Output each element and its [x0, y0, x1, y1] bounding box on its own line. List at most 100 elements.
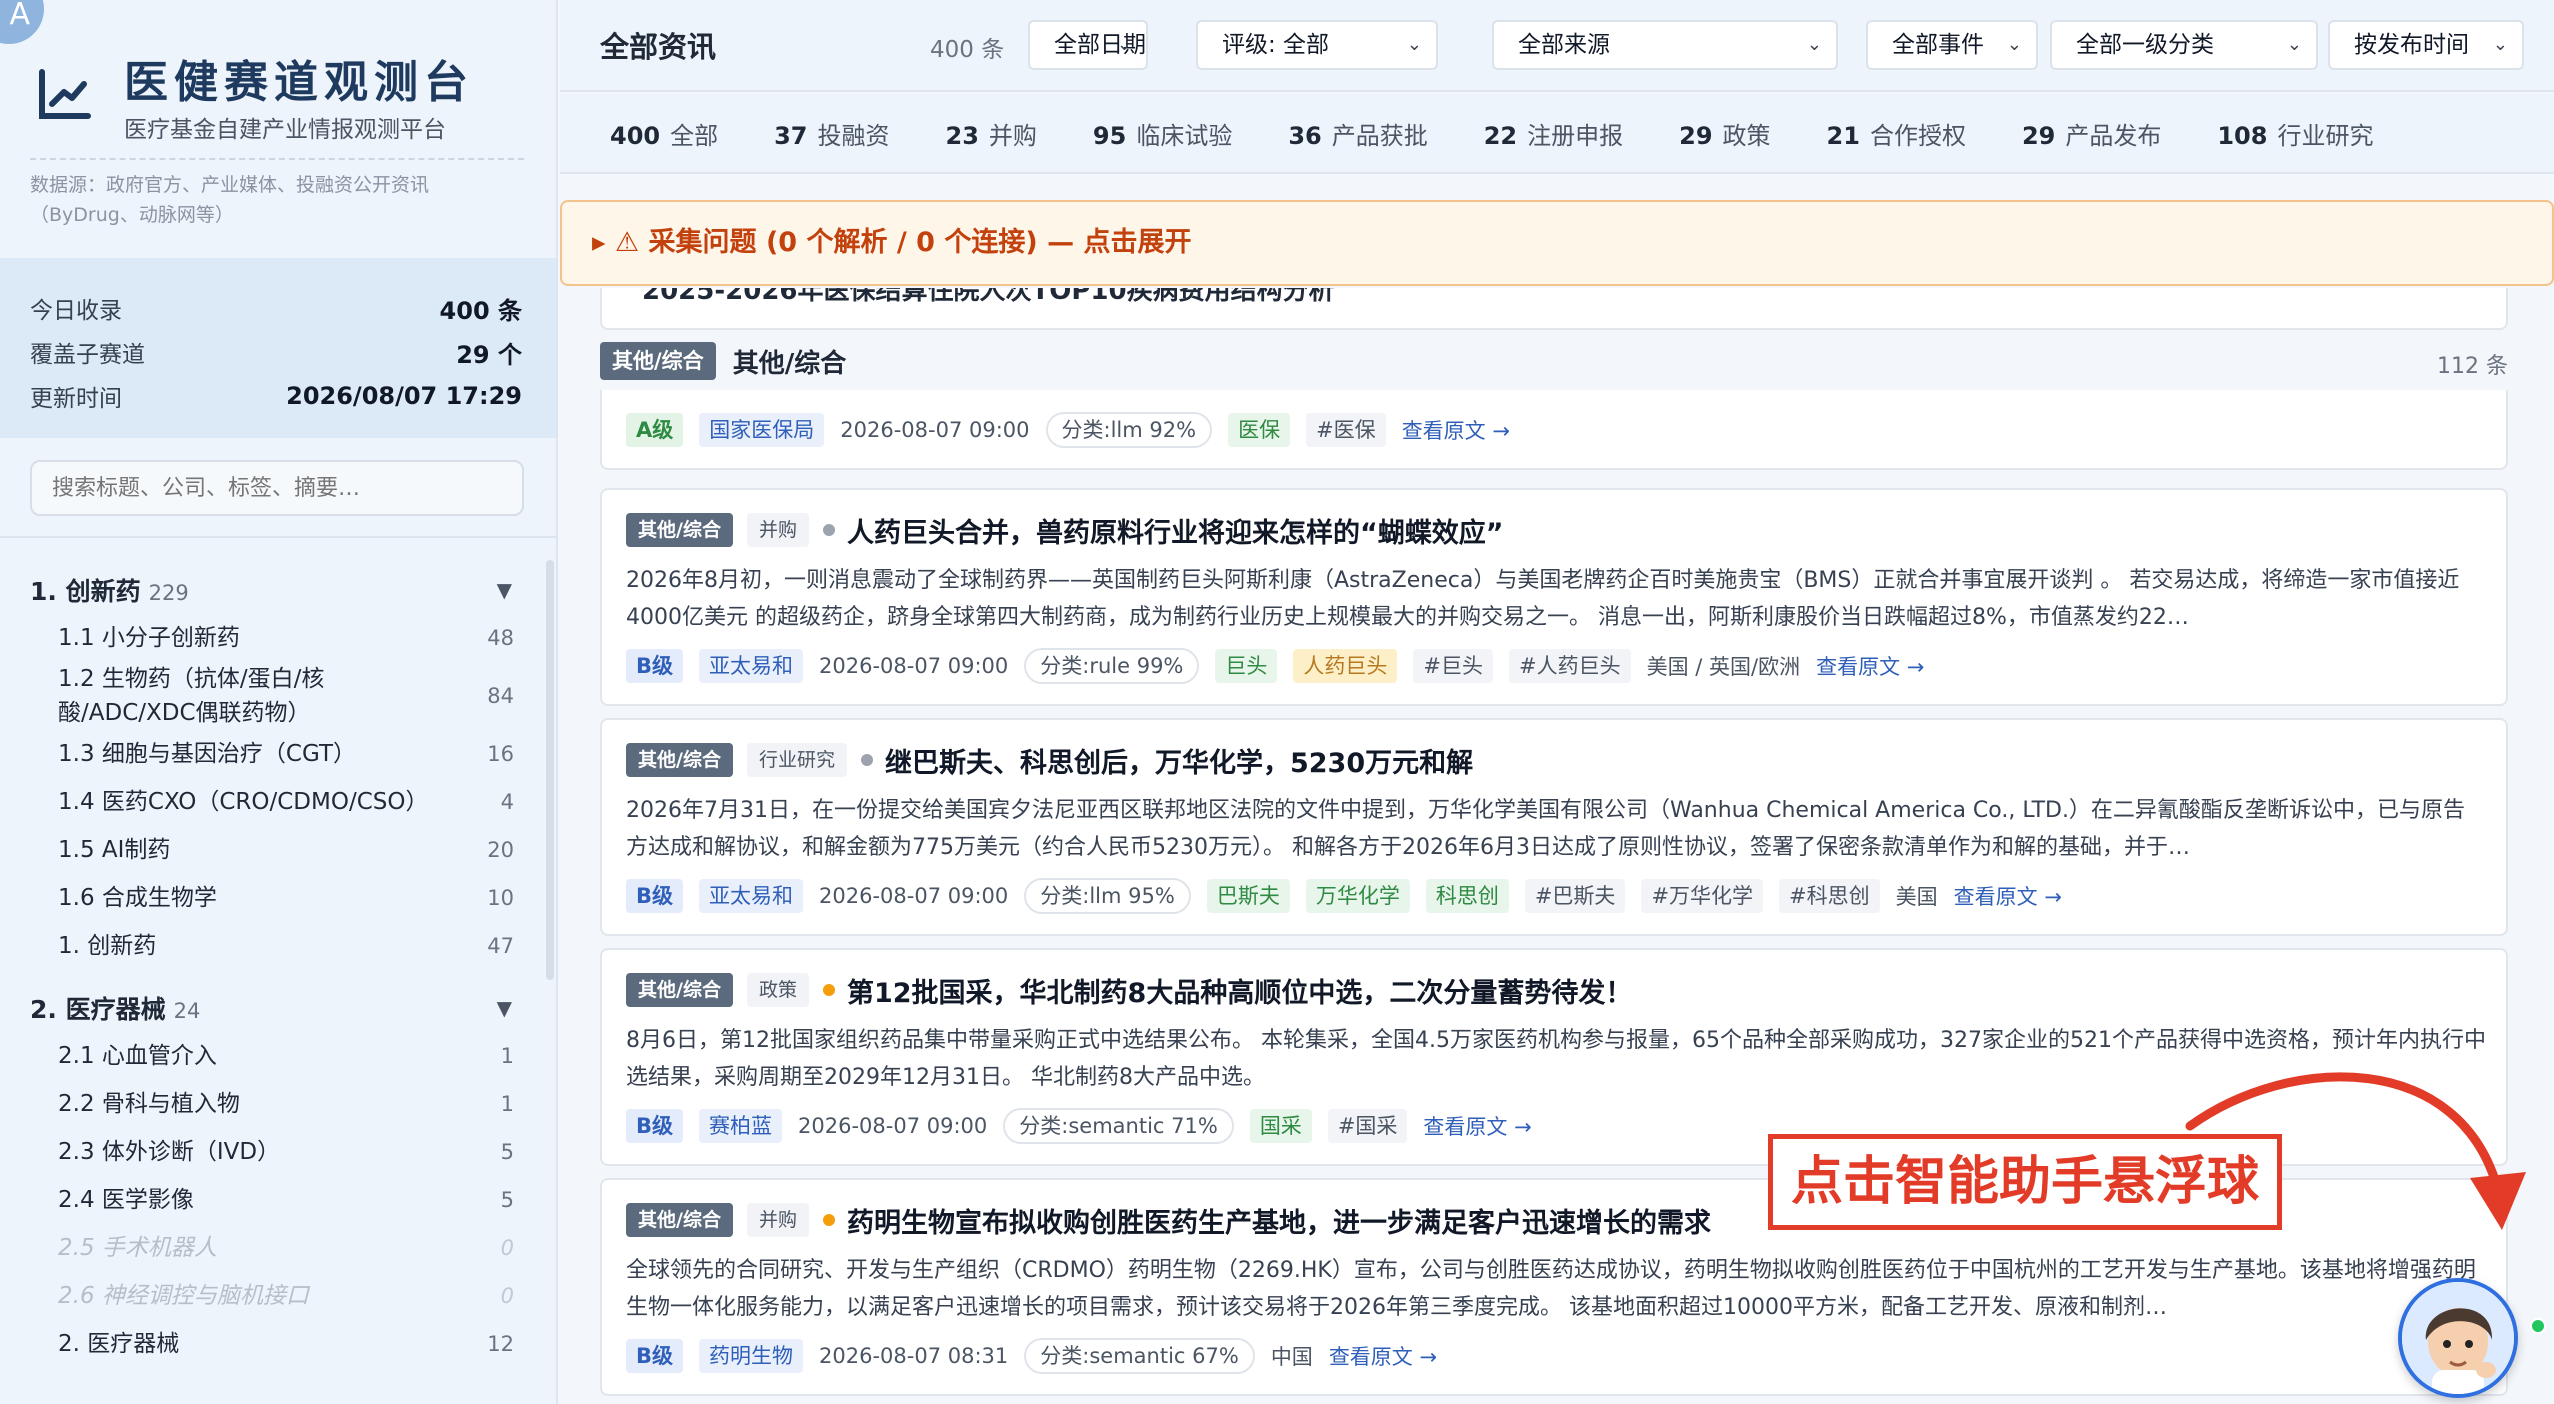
event-tab[interactable]: 21 合作授权 — [1827, 116, 1966, 151]
category-filter[interactable]: 全部一级分类 ⌄ — [2050, 20, 2318, 70]
sidebar-item: 2.6 神经调控与脑机接口 0 — [30, 1272, 520, 1320]
event-tab[interactable]: 22 注册申报 — [1484, 116, 1623, 151]
highlight-keyword-tag[interactable]: 人药巨头 — [1293, 649, 1398, 683]
sidebar-item-count: 47 — [487, 934, 514, 958]
view-original-link[interactable]: 查看原文 → — [1954, 881, 2062, 911]
rating-badge: B级 — [626, 649, 684, 683]
status-dot-icon — [860, 754, 873, 766]
view-original-link[interactable]: 查看原文 → — [1423, 1111, 1531, 1141]
hashtag[interactable]: #巨头 — [1413, 649, 1493, 683]
source-tag[interactable]: 亚太易和 — [699, 879, 804, 913]
sidebar-item-count: 12 — [487, 1332, 514, 1356]
view-original-link[interactable]: 查看原文 → — [1329, 1341, 1437, 1371]
publish-time: 2026-08-07 09:00 — [819, 884, 1009, 908]
hashtag[interactable]: #医保 — [1306, 413, 1386, 447]
group-tag: 其他/综合 — [600, 342, 716, 380]
news-title[interactable]: 人药巨头合并，兽药原料行业将迎来怎样的“蝴蝶效应” — [847, 511, 1504, 550]
sidebar-item-count: 5 — [500, 1188, 514, 1212]
sidebar-item[interactable]: 2.4 医学影像 5 — [30, 1176, 520, 1224]
view-original-link[interactable]: 查看原文 → — [1402, 415, 1510, 445]
source-tag[interactable]: 药明生物 — [699, 1339, 804, 1373]
avatar-letter: A — [9, 0, 30, 32]
sidebar-item-count: 0 — [500, 1284, 514, 1308]
tab-label: 产品获批 — [1331, 121, 1428, 150]
group-count: 24 — [173, 999, 201, 1023]
sidebar-item-label: 1.4 医药CXO（CRO/CDMO/CSO） — [58, 789, 429, 815]
sidebar-item-label: 1.1 小分子创新药 — [58, 625, 240, 651]
event-tab[interactable]: 29 产品发布 — [2022, 116, 2161, 151]
brand-subtitle: 医疗基金自建产业情报观测平台 — [124, 117, 446, 143]
event-tab[interactable]: 23 并购 — [946, 116, 1037, 151]
sidebar-item[interactable]: 1.1 小分子创新药 48 — [30, 614, 520, 662]
region-label: 美国 — [1895, 885, 1938, 909]
news-title[interactable]: 第12批国采，华北制药8大品种高顺位中选，二次分量蓄势待发！ — [847, 971, 1632, 1010]
sort-filter[interactable]: 按发布时间 ⌄ — [2328, 20, 2524, 70]
event-tab[interactable]: 95 临床试验 — [1093, 116, 1232, 151]
event-filter[interactable]: 全部事件 ⌄ — [1866, 20, 2038, 70]
tab-label: 注册申报 — [1527, 121, 1624, 150]
sidebar-item-count: 48 — [487, 626, 514, 650]
rating-filter[interactable]: 评级: 全部 ⌄ — [1196, 20, 1438, 70]
news-title[interactable]: 继巴斯夫、科思创后，万华化学，5230万元和解 — [885, 741, 1473, 780]
date-filter[interactable]: 全部日期 ⌄ — [1028, 20, 1148, 70]
event-tab[interactable]: 400 全部 — [610, 116, 718, 151]
sidebar-item[interactable]: 1.5 AI制药 20 — [30, 826, 520, 874]
news-card[interactable]: 其他/综合 并购 人药巨头合并，兽药原料行业将迎来怎样的“蝴蝶效应” 2026年8月初… — [600, 488, 2508, 706]
hashtag[interactable]: #人药巨头 — [1509, 649, 1631, 683]
keyword-tag[interactable]: 国采 — [1249, 1109, 1312, 1143]
tab-label: 并购 — [988, 121, 1037, 150]
category-tag: 其他/综合 — [626, 1203, 733, 1237]
group-toggle[interactable]: 1. 创新药 229 ▼ — [30, 566, 520, 614]
hashtag[interactable]: #国采 — [1327, 1109, 1408, 1143]
sidebar-item[interactable]: 1. 创新药 47 — [30, 922, 520, 970]
keyword-tag[interactable]: 医保 — [1228, 413, 1291, 447]
user-avatar[interactable]: A — [0, 0, 44, 44]
group-toggle[interactable]: 2. 医疗器械 24 ▼ — [30, 984, 520, 1032]
keyword-tag[interactable]: 巴斯夫 — [1206, 879, 1290, 913]
topbar: 全部资讯 400 条 全部日期 ⌄ 评级: 全部 ⌄ 全部来源 ⌄ 全部事件 ⌄ 全部一… — [560, 0, 2554, 92]
sidebar-item[interactable]: 2.2 骨科与植入物 1 — [30, 1080, 520, 1128]
sidebar-item-label: 1.5 AI制药 — [58, 837, 171, 863]
hashtag[interactable]: #巴斯夫 — [1524, 879, 1626, 913]
news-header: 其他/综合 行业研究 继巴斯夫、科思创后，万华化学，5230万元和解 — [626, 740, 2482, 780]
hashtag[interactable]: #万华化学 — [1641, 879, 1764, 913]
news-header: 其他/综合 政策 第12批国采，华北制药8大品种高顺位中选，二次分量蓄势待发！ — [626, 970, 2482, 1010]
keyword-tag[interactable]: 万华化学 — [1305, 879, 1410, 913]
event-tab[interactable]: 29 政策 — [1679, 116, 1770, 151]
chevron-down-icon: ⌄ — [2006, 34, 2022, 55]
news-title[interactable]: 药明生物宣布拟收购创胜医药生产基地，进一步满足客户迅速增长的需求 — [847, 1201, 1711, 1240]
source-tag[interactable]: 国家医保局 — [699, 413, 825, 447]
ai-assistant-float-button[interactable] — [2398, 1278, 2518, 1398]
sidebar-item-label: 2.1 心血管介入 — [58, 1043, 217, 1069]
publish-time: 2026-08-07 08:31 — [819, 1344, 1009, 1368]
sidebar-item[interactable]: 1.3 细胞与基因治疗（CGT） 16 — [30, 730, 520, 778]
sidebar-item[interactable]: 1.6 合成生物学 10 — [30, 874, 520, 922]
source-tag[interactable]: 亚太易和 — [699, 649, 804, 683]
sidebar-item[interactable]: 1.2 生物药（抗体/蛋白/核酸/ADC/XDC偶联药物） 84 — [30, 662, 520, 730]
collection-issues-toggle[interactable]: ▸ ⚠ 采集问题 (0 个解析 / 0 个连接) — 点击展开 — [560, 200, 2554, 286]
event-tab[interactable]: 36 产品获批 — [1288, 116, 1427, 151]
source-tag[interactable]: 赛柏蓝 — [699, 1109, 783, 1143]
hashtag[interactable]: #科思创 — [1779, 879, 1880, 913]
sidebar-item[interactable]: 2.3 体外诊断（IVD） 5 — [30, 1128, 520, 1176]
search-input[interactable] — [30, 460, 524, 516]
news-card-partial[interactable]: A级 国家医保局 2026-08-07 09:00 分类:llm 92% 医保 … — [600, 390, 2508, 470]
news-card[interactable]: 其他/综合 行业研究 继巴斯夫、科思创后，万华化学，5230万元和解 2026年7月3… — [600, 718, 2508, 936]
sidebar-item[interactable]: 2.1 心血管介入 1 — [30, 1032, 520, 1080]
sidebar-item[interactable]: 1.4 医药CXO（CRO/CDMO/CSO） 4 — [30, 778, 520, 826]
clipped-news-card[interactable]: 2025-2026年医保结算住院人次TOP10疾病费用结构分析 — [600, 288, 2508, 330]
keyword-tag[interactable]: 科思创 — [1425, 879, 1509, 913]
sidebar-item-count: 0 — [500, 1236, 514, 1260]
classifier-badge: 分类:llm 95% — [1024, 878, 1191, 914]
keyword-tag[interactable]: 巨头 — [1215, 649, 1278, 683]
event-tab[interactable]: 37 投融资 — [774, 116, 889, 151]
group-count: 112 条 — [2437, 354, 2508, 379]
view-original-link[interactable]: 查看原文 → — [1816, 651, 1924, 681]
event-tab[interactable]: 108 行业研究 — [2217, 116, 2373, 151]
source-filter[interactable]: 全部来源 ⌄ — [1492, 20, 1838, 70]
sidebar-scrollbar[interactable] — [546, 560, 554, 980]
sidebar-item: 2.5 手术机器人 0 — [30, 1224, 520, 1272]
sidebar-item-label: 2.5 手术机器人 — [58, 1235, 217, 1261]
sidebar-item[interactable]: 2. 医疗器械 12 — [30, 1320, 520, 1368]
event-tag: 并购 — [746, 1203, 809, 1237]
